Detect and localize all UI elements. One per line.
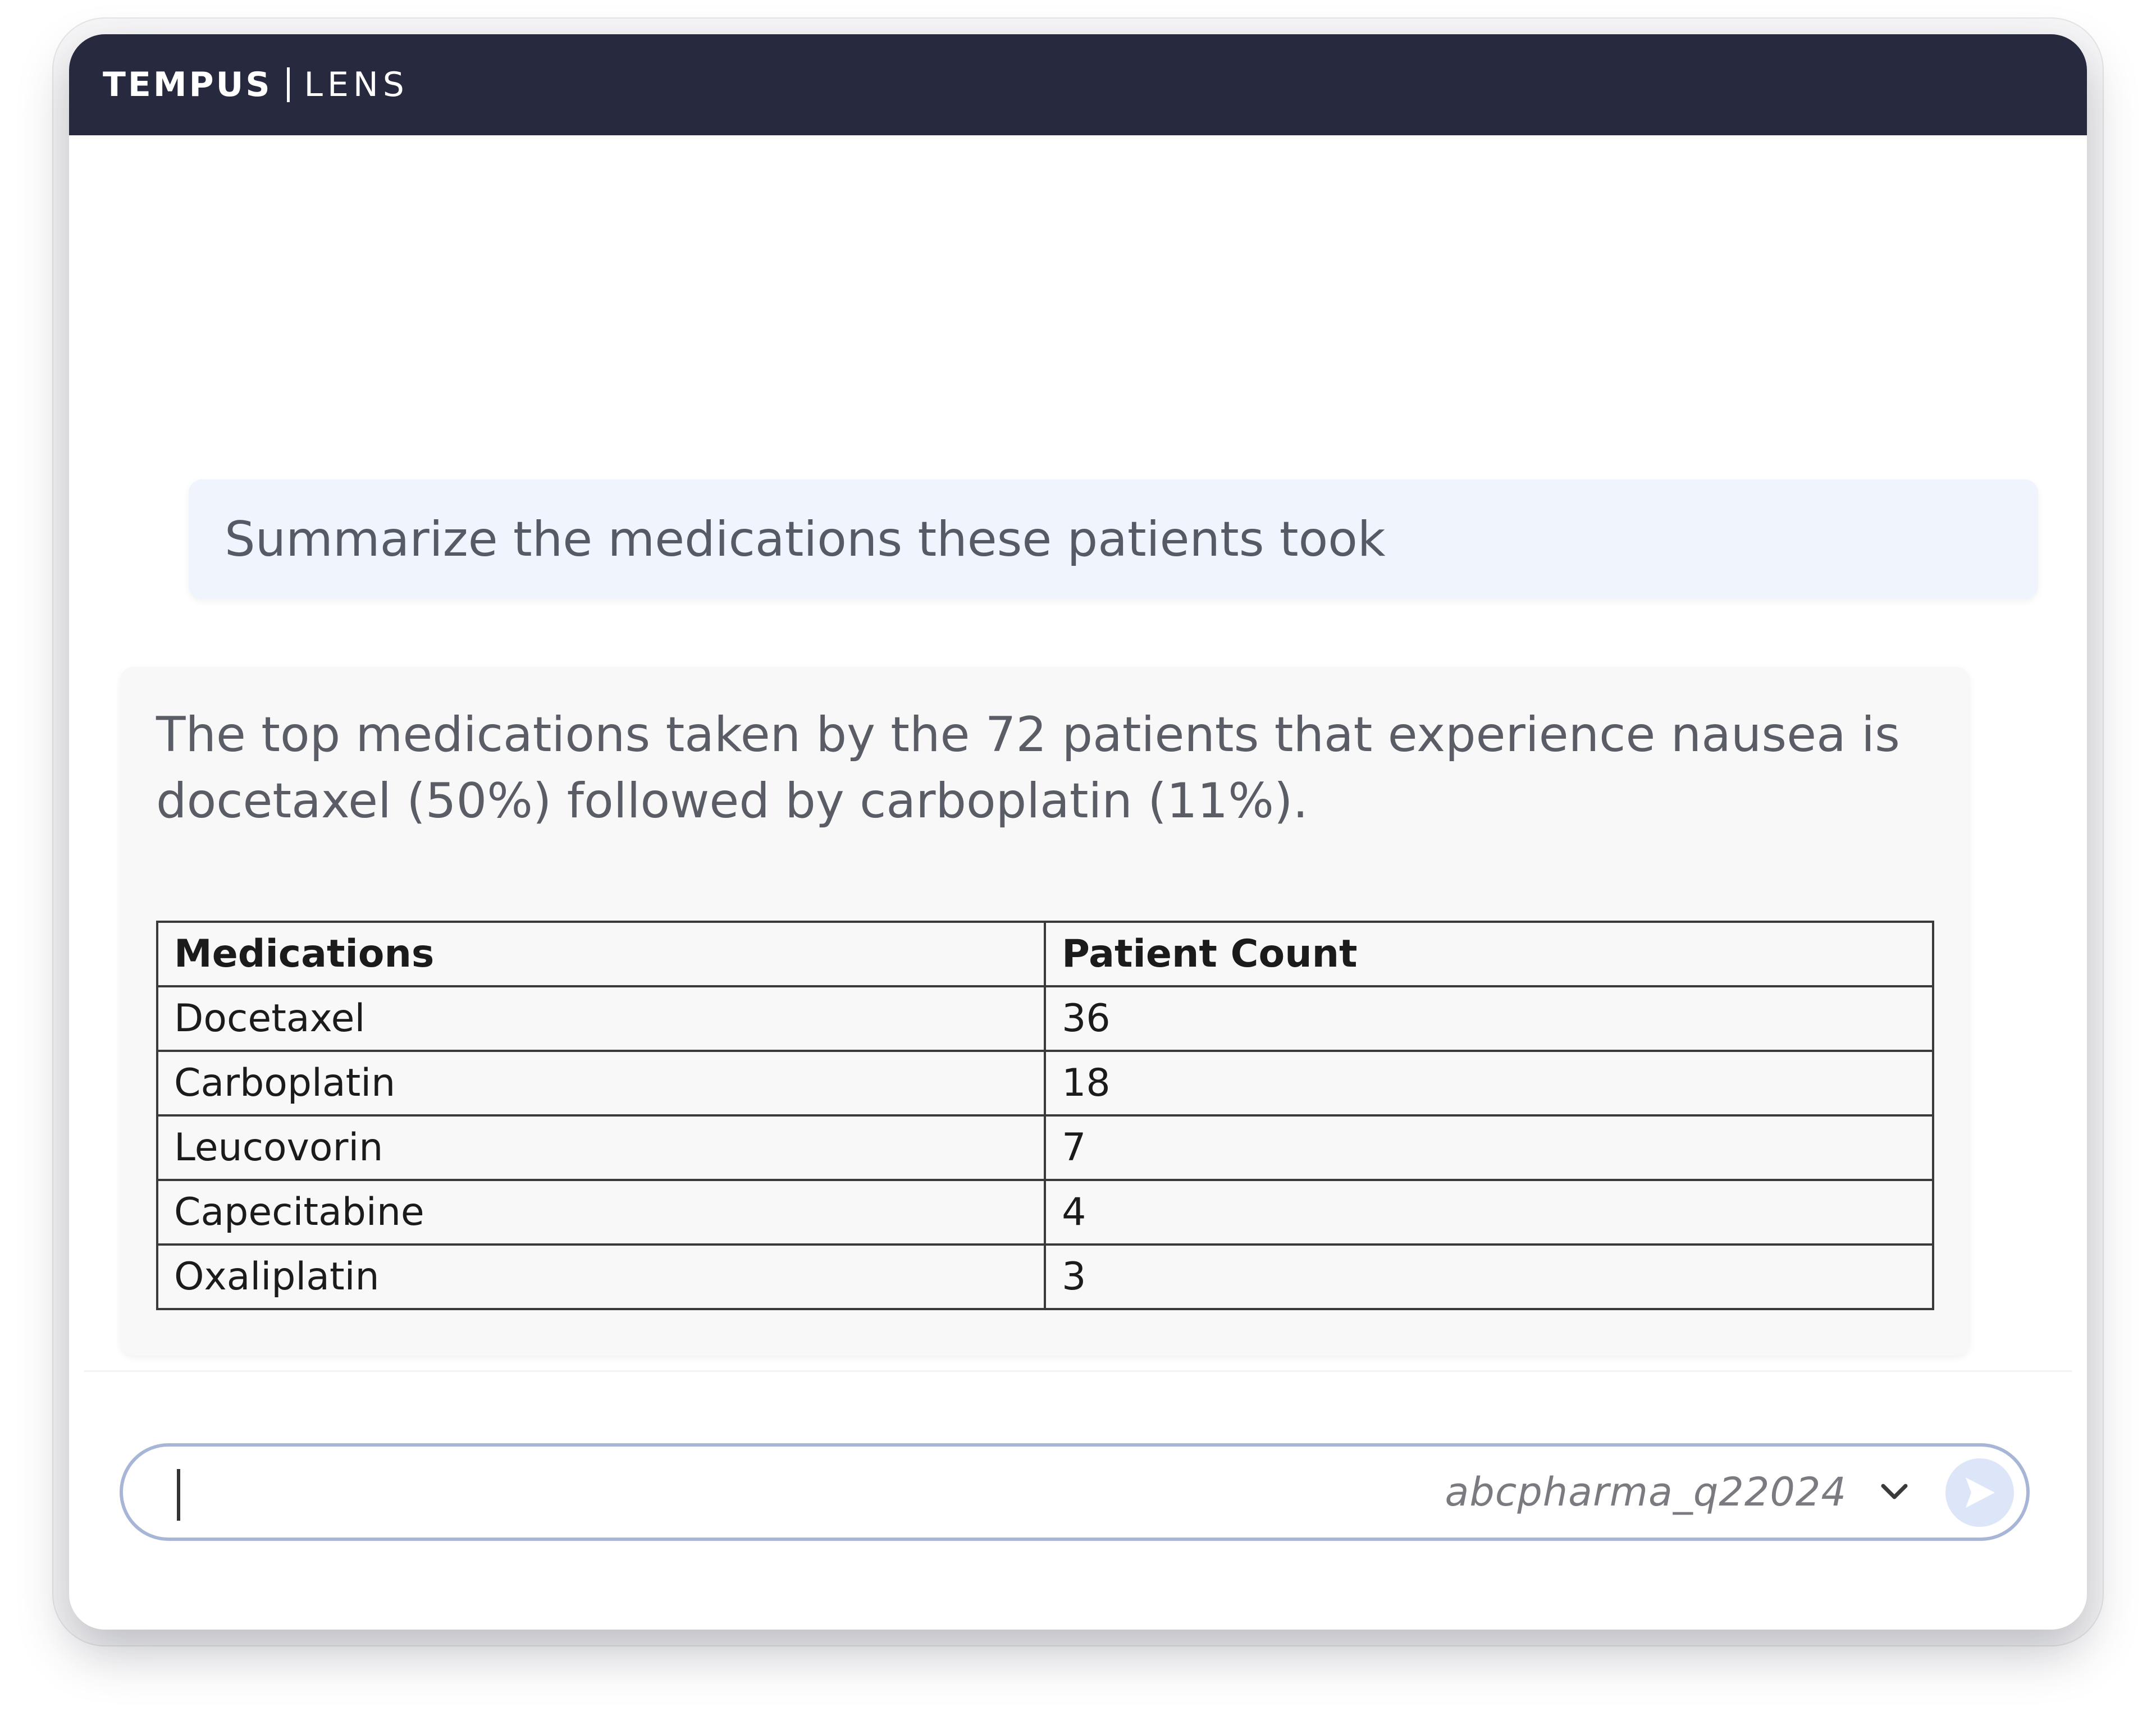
table-row: Docetaxel 36 — [156, 985, 1934, 1052]
logo-product: LENS — [304, 65, 409, 104]
assistant-message-text: The top medications taken by the 72 pati… — [156, 707, 1900, 829]
medication-cell: Docetaxel — [156, 985, 1047, 1052]
medication-cell: Carboplatin — [156, 1050, 1047, 1117]
assistant-message-card: The top medications taken by the 72 pati… — [120, 667, 1970, 1356]
medication-cell: Oxaliplatin — [156, 1243, 1047, 1310]
text-caret — [177, 1469, 180, 1521]
patient-count-cell: 3 — [1044, 1243, 1934, 1310]
user-message-text: Summarize the medications these patients… — [225, 511, 1386, 568]
column-header-medications: Medications — [156, 921, 1047, 987]
send-icon — [1966, 1477, 1995, 1508]
chevron-down-icon[interactable] — [1872, 1469, 1917, 1514]
send-button[interactable] — [1945, 1458, 2014, 1527]
patient-count-cell: 18 — [1044, 1050, 1934, 1117]
logo[interactable]: TEMPUS LENS — [103, 65, 409, 104]
user-message-bubble: Summarize the medications these patients… — [189, 479, 2038, 600]
chat-input[interactable] — [190, 1463, 1540, 1526]
dataset-selector[interactable]: abcpharma_q22024 — [1445, 1447, 1847, 1538]
chat-composer[interactable]: abcpharma_q22024 — [120, 1443, 2030, 1541]
medication-cell: Capecitabine — [156, 1179, 1047, 1246]
table-row: Capecitabine 4 — [156, 1179, 1934, 1246]
top-bar: TEMPUS LENS — [69, 34, 2087, 135]
table-row: Carboplatin 18 — [156, 1050, 1934, 1117]
medication-cell: Leucovorin — [156, 1114, 1047, 1181]
patient-count-cell: 4 — [1044, 1179, 1934, 1246]
logo-brand: TEMPUS — [103, 65, 272, 104]
patient-count-cell: 36 — [1044, 985, 1934, 1052]
app-window: TEMPUS LENS Summarize the medications th… — [69, 34, 2087, 1630]
table-row: Oxaliplatin 3 — [156, 1243, 1934, 1310]
composer-area: abcpharma_q22024 — [84, 1370, 2072, 1630]
logo-divider — [286, 67, 290, 102]
table-header-row: Medications Patient Count — [156, 921, 1934, 987]
patient-count-cell: 7 — [1044, 1114, 1934, 1181]
table-row: Leucovorin 7 — [156, 1114, 1934, 1181]
medications-table: Medications Patient Count Docetaxel 36 C… — [156, 921, 1934, 1310]
column-header-patient-count: Patient Count — [1044, 921, 1934, 987]
